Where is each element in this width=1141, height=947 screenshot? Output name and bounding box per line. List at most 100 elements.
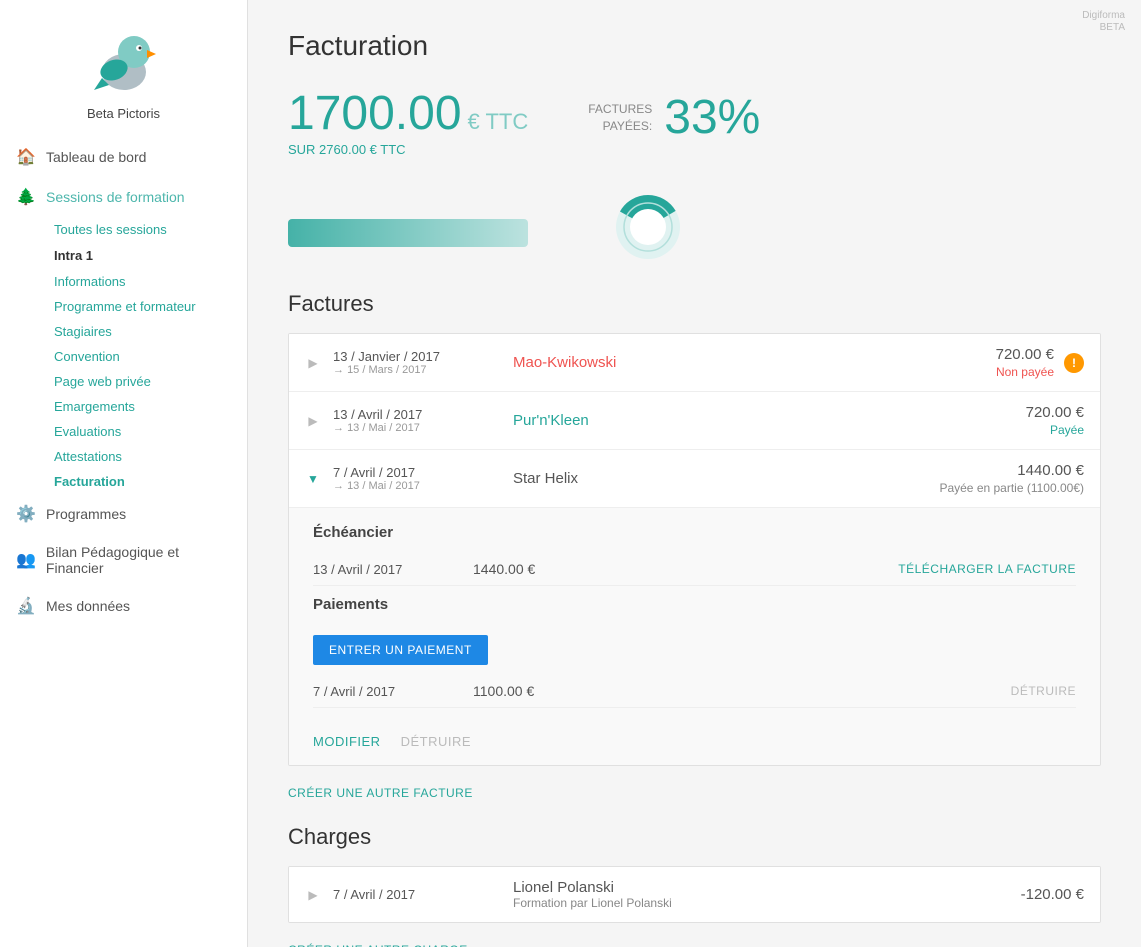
date-to-val-3: 13 / Mai / 2017 <box>347 480 420 492</box>
factures-title: Factures <box>288 291 1101 317</box>
sidebar-item-sessions[interactable]: 🌲 Sessions de formation <box>0 177 247 217</box>
destroy-payment-btn[interactable]: DÉTRUIRE <box>1011 684 1076 698</box>
status-1: Non payée <box>996 365 1054 379</box>
row-dates-2: 13 / Avril / 2017 → 13 / Mai / 2017 <box>333 407 493 434</box>
sidebar-item-bilan[interactable]: 👥 Bilan Pédagogique et Financier <box>0 534 247 586</box>
sidebar-item-label-tableau: Tableau de bord <box>46 149 146 165</box>
page-title: Facturation <box>288 30 1101 62</box>
status-2: Payée <box>1050 423 1084 437</box>
enter-payment-button[interactable]: ENTRER UN PAIEMENT <box>313 635 488 665</box>
invoice-amount-2: 720.00 € Payée <box>1026 404 1084 437</box>
charge-name-1: Lionel Polanski <box>513 879 1021 896</box>
sessions-icon: 🌲 <box>16 187 36 207</box>
total-amount-block: 1700.00€ TTC SUR 2760.00 € TTC <box>288 90 528 157</box>
ech-date-1: 13 / Avril / 2017 <box>313 562 473 577</box>
subnav-stagiaires[interactable]: Stagiaires <box>46 319 247 344</box>
bilan-icon: 👥 <box>16 550 36 570</box>
pie-chart <box>608 187 688 267</box>
date-from-1: 13 / Janvier / 2017 <box>333 349 493 364</box>
app-logo <box>84 20 164 100</box>
subnav-emargements[interactable]: Emargements <box>46 394 247 419</box>
viz-row <box>288 187 1101 267</box>
sidebar-item-label-bilan: Bilan Pédagogique et Financier <box>46 544 231 576</box>
paiements-section: Paiements ENTRER UN PAIEMENT 7 / Avril /… <box>313 596 1076 708</box>
percent-label-line1: FACTURES <box>588 102 652 116</box>
invoice-name-2: Pur'n'Kleen <box>493 412 1026 429</box>
charge-amount-1: -120.00 € <box>1021 886 1084 903</box>
date-to-val-1: 15 / Mars / 2017 <box>347 364 427 376</box>
charge-dates-1: 7 / Avril / 2017 <box>333 887 493 902</box>
telecharger-facture-btn[interactable]: TÉLÉCHARGER LA FACTURE <box>898 562 1076 576</box>
sidebar-item-programmes[interactable]: ⚙️ Programmes <box>0 494 247 534</box>
detruire-button[interactable]: DÉTRUIRE <box>401 734 471 749</box>
sidebar-item-label-sessions: Sessions de formation <box>46 189 185 205</box>
sidebar-item-tableau[interactable]: 🏠 Tableau de bord <box>0 137 247 177</box>
invoice-row-1-header[interactable]: ▶ 13 / Janvier / 2017 → 15 / Mars / 2017… <box>289 334 1100 391</box>
subnav-current-session: Intra 1 <box>46 242 247 269</box>
date-to-3: → 13 / Mai / 2017 <box>333 480 493 492</box>
subnav-page-web[interactable]: Page web privée <box>46 369 247 394</box>
subnav-evaluations[interactable]: Evaluations <box>46 419 247 444</box>
subnav-informations[interactable]: Informations <box>46 269 247 294</box>
echeancier-row-1: 13 / Avril / 2017 1440.00 € TÉLÉCHARGER … <box>313 553 1076 586</box>
modifier-button[interactable]: MODIFIER <box>313 734 381 749</box>
toggle-icon-2: ▶ <box>305 413 321 429</box>
donnees-icon: 🔬 <box>16 596 36 616</box>
invoice-name-1: Mao-Kwikowski <box>493 354 996 371</box>
ech-amount-1: 1440.00 € <box>473 561 898 577</box>
echeancier-title: Échéancier <box>313 524 1076 541</box>
charge-row-1: ▶ 7 / Avril / 2017 Lionel Polanski Forma… <box>289 867 1100 922</box>
amount-currency: € TTC <box>468 109 529 134</box>
stats-row: 1700.00€ TTC SUR 2760.00 € TTC FACTURES … <box>288 90 1101 157</box>
invoice-row-1: ▶ 13 / Janvier / 2017 → 15 / Mars / 2017… <box>289 334 1100 392</box>
main-content: Digiforma BETA Facturation 1700.00€ TTC … <box>248 0 1141 947</box>
sidebar-item-label-donnees: Mes données <box>46 598 130 614</box>
amount-1: 720.00 € <box>996 346 1054 363</box>
invoice-amount-3: 1440.00 € Payée en partie (1100.00€) <box>939 462 1084 495</box>
programmes-icon: ⚙️ <box>16 504 36 524</box>
charge-row-1-header[interactable]: ▶ 7 / Avril / 2017 Lionel Polanski Forma… <box>289 867 1100 922</box>
row-dates-1: 13 / Janvier / 2017 → 15 / Mars / 2017 <box>333 349 493 376</box>
amount-display: 1700.00€ TTC <box>288 90 528 138</box>
subnav-attestations[interactable]: Attestations <box>46 444 247 469</box>
sidebar-item-label-programmes: Programmes <box>46 506 126 522</box>
digiforma-brand: Digiforma BETA <box>1082 10 1125 34</box>
date-to-2: → 13 / Mai / 2017 <box>333 422 493 434</box>
pay-amount-1: 1100.00 € <box>473 683 1011 699</box>
invoice-row-2: ▶ 13 / Avril / 2017 → 13 / Mai / 2017 Pu… <box>289 392 1100 450</box>
sidebar-item-donnees[interactable]: 🔬 Mes données <box>0 586 247 626</box>
date-from-2: 13 / Avril / 2017 <box>333 407 493 422</box>
charge-toggle-1: ▶ <box>305 887 321 903</box>
percent-label-line2: PAYÉES: <box>603 119 653 133</box>
charges-section: Charges ▶ 7 / Avril / 2017 Lionel Polans… <box>288 824 1101 947</box>
invoice-actions-3: MODIFIER DÉTRUIRE <box>289 724 1100 765</box>
sidebar: Beta Pictoris 🏠 Tableau de bord 🌲 Sessio… <box>0 0 248 947</box>
create-facture-link[interactable]: CRÉER UNE AUTRE FACTURE <box>288 786 473 800</box>
invoice-expanded-3: Échéancier 13 / Avril / 2017 1440.00 € T… <box>289 507 1100 724</box>
percent-block: FACTURES PAYÉES: 33% <box>588 90 760 145</box>
paiements-title: Paiements <box>313 596 1076 613</box>
pay-date-1: 7 / Avril / 2017 <box>313 684 473 699</box>
create-charge-link[interactable]: CRÉER UNE AUTRE CHARGE <box>288 943 468 947</box>
date-to-1: → 15 / Mars / 2017 <box>333 364 493 376</box>
subnav-toutes-sessions[interactable]: Toutes les sessions <box>46 217 247 242</box>
toggle-icon-3: ▼ <box>305 471 321 487</box>
subnav-facturation[interactable]: Facturation <box>46 469 247 494</box>
charges-title: Charges <box>288 824 1101 850</box>
factures-section: Factures ▶ 13 / Janvier / 2017 → 15 / Ma… <box>288 291 1101 824</box>
charges-table: ▶ 7 / Avril / 2017 Lionel Polanski Forma… <box>288 866 1101 923</box>
invoice-row-2-header[interactable]: ▶ 13 / Avril / 2017 → 13 / Mai / 2017 Pu… <box>289 392 1100 449</box>
invoice-amount-1: 720.00 € Non payée <box>996 346 1054 379</box>
invoice-row-3: ▼ 7 / Avril / 2017 → 13 / Mai / 2017 Sta… <box>289 450 1100 765</box>
percent-value: 33% <box>664 90 760 145</box>
invoice-table: ▶ 13 / Janvier / 2017 → 15 / Mars / 2017… <box>288 333 1101 766</box>
brand-name: Digiforma <box>1082 10 1125 22</box>
subnav-convention[interactable]: Convention <box>46 344 247 369</box>
amount-3: 1440.00 € <box>939 462 1084 479</box>
percent-label: FACTURES PAYÉES: <box>588 101 652 135</box>
status-3: Payée en partie (1100.00€) <box>939 481 1084 495</box>
invoice-row-3-header[interactable]: ▼ 7 / Avril / 2017 → 13 / Mai / 2017 Sta… <box>289 450 1100 507</box>
subnav-programme[interactable]: Programme et formateur <box>46 294 247 319</box>
invoice-name-3: Star Helix <box>493 470 939 487</box>
bar-chart <box>288 199 548 259</box>
